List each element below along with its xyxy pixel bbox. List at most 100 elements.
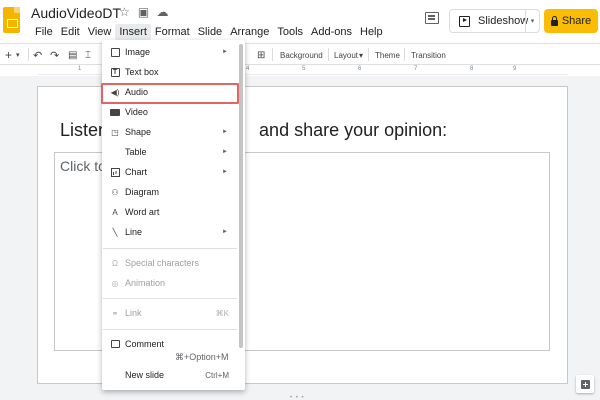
line-icon: ╲ bbox=[112, 227, 118, 237]
comment-shortcut: ⌘+Option+M bbox=[175, 352, 229, 362]
explore-icon bbox=[580, 379, 590, 389]
ruler-number: 1 bbox=[78, 66, 82, 72]
new-slide-layout-dropdown[interactable]: ▾ bbox=[16, 47, 20, 63]
menu-format[interactable]: Format bbox=[151, 24, 194, 40]
menu-item-word-art[interactable]: A Word art bbox=[101, 203, 237, 221]
text-box-icon: T bbox=[110, 67, 120, 77]
menu-item-text-box[interactable]: T Text box bbox=[101, 63, 237, 81]
slideshow-options-button[interactable]: ▾ bbox=[525, 10, 539, 32]
ruler-number: 7 bbox=[414, 66, 418, 72]
menu-item-label: Line bbox=[125, 227, 143, 237]
app-header: AudioVideoDT ☆ ▣ ☁ File Edit View Insert For… bbox=[0, 0, 600, 42]
move-to-folder-icon[interactable]: ▣ bbox=[137, 5, 150, 19]
menu-item-shape[interactable]: ◳ Shape ► bbox=[101, 123, 237, 141]
menu-tools[interactable]: Tools bbox=[273, 24, 307, 40]
layout-button[interactable]: Layout ▾ bbox=[334, 47, 363, 63]
explore-button[interactable] bbox=[576, 375, 594, 393]
menu-slide[interactable]: Slide bbox=[194, 24, 226, 40]
menu-item-line[interactable]: ╲ Line ► bbox=[101, 223, 237, 241]
submenu-arrow-icon: ► bbox=[222, 129, 228, 135]
menu-item-label: Diagram bbox=[125, 187, 160, 197]
menu-insert[interactable]: Insert bbox=[115, 24, 151, 40]
menu-bar: File Edit View Insert Format Slide Arrange Tool… bbox=[31, 24, 387, 40]
animation-icon: ◎ bbox=[111, 278, 119, 288]
menu-item-image[interactable]: Image ► bbox=[101, 43, 237, 61]
undo-icon[interactable]: ↶ bbox=[33, 47, 42, 63]
horizontal-ruler[interactable]: 1 2 3 4 5 6 7 8 9 bbox=[0, 66, 600, 76]
menu-item-label: Word art bbox=[125, 207, 160, 217]
menu-item-label: Chart bbox=[125, 167, 148, 177]
shape-icon: ◳ bbox=[111, 127, 119, 137]
link-icon: ⚭ bbox=[111, 308, 119, 318]
title-icons: ☆ ▣ ☁ bbox=[118, 5, 169, 19]
transition-button[interactable]: Transition bbox=[411, 47, 446, 63]
menu-view[interactable]: View bbox=[84, 24, 116, 40]
submenu-arrow-icon: ► bbox=[222, 49, 228, 55]
video-icon bbox=[110, 107, 120, 117]
menu-item-new-slide[interactable]: New slide Ctrl+M bbox=[101, 366, 237, 384]
share-button[interactable]: Share bbox=[544, 9, 598, 33]
menu-item-label: Video bbox=[125, 107, 148, 117]
menu-separator bbox=[103, 298, 237, 299]
menu-help[interactable]: Help bbox=[356, 24, 387, 40]
slideshow-button[interactable]: Slideshow ▾ bbox=[449, 9, 540, 33]
menu-item-shortcut: Ctrl+M bbox=[205, 370, 229, 380]
menu-edit[interactable]: Edit bbox=[57, 24, 84, 40]
menu-item-chart[interactable]: Chart ► bbox=[101, 163, 237, 181]
word-art-icon: A bbox=[112, 207, 118, 217]
comment-icon bbox=[110, 339, 120, 349]
submenu-arrow-icon: ► bbox=[222, 169, 228, 175]
image-icon bbox=[110, 47, 120, 57]
speaker-notes-handle[interactable]: • • • bbox=[290, 395, 305, 400]
toolbar: + ▾ ↶ ↷ ▤ ⌶ ⊞ Background Layout ▾ Theme T… bbox=[0, 43, 600, 65]
submenu-arrow-icon: ► bbox=[222, 149, 228, 155]
print-icon[interactable]: ▤ bbox=[68, 47, 77, 63]
menu-item-animation: ◎ Animation bbox=[101, 274, 237, 292]
menu-item-comment[interactable]: Comment bbox=[101, 335, 237, 353]
cloud-saved-icon[interactable]: ☁ bbox=[156, 5, 169, 19]
menu-item-label: Audio bbox=[125, 87, 149, 97]
diagram-icon: ⚇ bbox=[111, 187, 119, 197]
menu-item-label: Comment bbox=[125, 339, 165, 349]
add-comment-icon[interactable]: ⊞ bbox=[257, 47, 265, 63]
star-icon[interactable]: ☆ bbox=[118, 5, 131, 19]
slides-logo-icon[interactable] bbox=[3, 7, 20, 33]
menu-item-label: New slide bbox=[125, 370, 165, 380]
redo-icon[interactable]: ↷ bbox=[50, 47, 59, 63]
menu-item-label: Link bbox=[125, 308, 142, 318]
ruler-number: 8 bbox=[470, 66, 474, 72]
menu-item-label: Table bbox=[125, 147, 147, 157]
menu-item-label: Shape bbox=[125, 127, 152, 137]
speaker-icon: ◀) bbox=[110, 87, 120, 97]
body-placeholder-text: Click to bbox=[60, 158, 106, 174]
comments-icon[interactable] bbox=[425, 12, 439, 24]
omega-icon: Ω bbox=[112, 258, 118, 268]
theme-button[interactable]: Theme bbox=[375, 47, 400, 63]
menu-item-shortcut: ⌘K bbox=[215, 308, 229, 318]
menu-item-table[interactable]: Table ► bbox=[101, 143, 237, 161]
slide-title-suffix: and share your opinion: bbox=[259, 120, 448, 140]
menu-add-ons[interactable]: Add-ons bbox=[307, 24, 356, 40]
menu-item-label: Special characters bbox=[125, 258, 200, 268]
new-slide-button[interactable]: + bbox=[5, 47, 12, 63]
menu-item-label: Animation bbox=[125, 278, 166, 288]
menu-separator bbox=[103, 329, 237, 330]
menu-item-label: Text box bbox=[125, 67, 159, 77]
paint-format-icon[interactable]: ⌶ bbox=[85, 47, 91, 63]
menu-item-diagram[interactable]: ⚇ Diagram bbox=[101, 183, 237, 201]
ruler-number: 4 bbox=[246, 66, 250, 72]
present-icon bbox=[459, 15, 470, 27]
menu-arrange[interactable]: Arrange bbox=[226, 24, 273, 40]
layout-caret: ▾ bbox=[359, 50, 364, 60]
menu-file[interactable]: File bbox=[31, 24, 57, 40]
menu-scrollbar[interactable] bbox=[239, 44, 243, 348]
background-button[interactable]: Background bbox=[280, 47, 323, 63]
submenu-arrow-icon: ► bbox=[222, 229, 228, 235]
menu-item-special-characters: Ω Special characters bbox=[101, 254, 237, 272]
menu-item-video[interactable]: Video bbox=[101, 103, 237, 121]
ruler-number: 5 bbox=[302, 66, 306, 72]
chart-icon bbox=[110, 167, 120, 177]
document-title[interactable]: AudioVideoDT bbox=[31, 5, 121, 21]
menu-item-audio[interactable]: ◀) Audio bbox=[101, 83, 237, 101]
menu-item-link: ⚭ Link ⌘K bbox=[101, 304, 237, 322]
